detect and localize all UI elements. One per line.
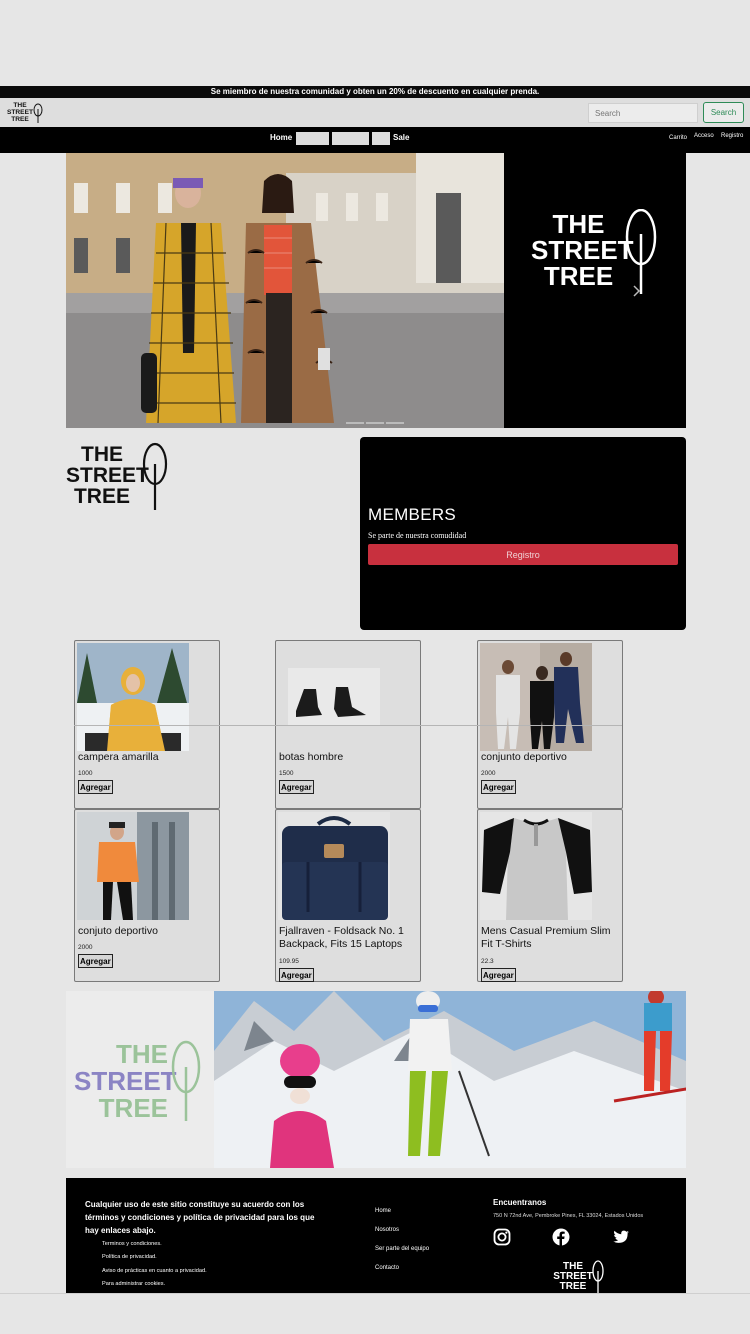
promo-banner[interactable]: THE STREET TREE [66, 991, 686, 1168]
hero-carousel[interactable]: THE STREET TREE [66, 153, 686, 428]
members-title: MEMBERS [368, 505, 457, 524]
carousel-dot[interactable] [386, 422, 404, 424]
product-name: campera amarilla [78, 751, 159, 763]
banner-logo-line-2: STREET [74, 1066, 177, 1096]
members-panel: MEMBERS Se parte de nuestra comudidad Re… [360, 437, 686, 630]
carousel-dot[interactable] [366, 422, 384, 424]
footer-link[interactable]: Política de privacidad. [102, 1251, 207, 1264]
main-nav: Home Sale Carrito Acceso Registro [0, 127, 750, 153]
nav-register[interactable]: Registro [721, 133, 743, 139]
nav-login[interactable]: Acceso [694, 133, 714, 139]
banner-image [214, 991, 686, 1168]
brand-logo-line-3: TREE [73, 485, 130, 508]
add-to-cart-button[interactable]: Agregar [279, 968, 314, 982]
header-logo[interactable]: THE STREET TREE [6, 101, 46, 124]
tree-icon [592, 1260, 604, 1293]
product-price: 1000 [78, 770, 93, 777]
footer-nav-item[interactable]: Home [375, 1202, 429, 1221]
nav-item-blank[interactable] [296, 132, 329, 145]
carousel-dot[interactable] [346, 422, 364, 424]
hero-logo-line-1: THE [552, 209, 605, 239]
add-to-cart-button[interactable]: Agregar [78, 954, 113, 968]
product-price: 1500 [279, 770, 294, 777]
product-image [77, 643, 189, 751]
product-name: botas hombre [279, 751, 344, 763]
product-image [278, 812, 390, 920]
product-card: conjuto deportivo 2000 Agregar [74, 809, 220, 982]
carousel-indicators[interactable] [346, 411, 406, 428]
product-card: Mens Casual Premium Slim Fit T-Shirts 22… [477, 809, 623, 982]
footer-link[interactable]: Terminos y condiciones. [102, 1238, 207, 1251]
product-name: Fjallraven - Foldsack No. 1 Backpack, Fi… [279, 925, 404, 950]
footer-nav-item[interactable]: Contacto [375, 1259, 429, 1278]
footer-nav: Home Nosotros Ser parte del equipo Conta… [375, 1202, 429, 1278]
tree-icon [171, 1040, 201, 1121]
facebook-icon[interactable] [552, 1228, 570, 1246]
hero-logo-line-3: TREE [543, 261, 614, 291]
product-price: 109.95 [279, 958, 299, 965]
product-image [480, 812, 592, 920]
promo-bar: Se miembro de nuestra comunidad y obten … [0, 86, 750, 98]
nav-sale[interactable]: Sale [393, 133, 409, 142]
footer-link[interactable]: Aviso de prácticas en cuanto a privacida… [102, 1265, 207, 1278]
instagram-icon[interactable] [493, 1228, 511, 1246]
footer-nav-item[interactable]: Nosotros [375, 1221, 429, 1240]
nav-item-blank[interactable] [372, 132, 390, 145]
footer-terms: Cualquier uso de este sitio constituye s… [85, 1200, 315, 1235]
nav-item-blank[interactable] [332, 132, 369, 145]
register-button[interactable]: Registro [368, 544, 678, 565]
add-to-cart-button[interactable]: Agregar [481, 968, 516, 982]
product-image [278, 643, 390, 751]
product-price: 2000 [78, 944, 93, 951]
footer: Cualquier uso de este sitio constituye s… [66, 1178, 686, 1293]
product-name: conjuto deportivo [78, 925, 158, 937]
product-image [480, 643, 592, 751]
nav-cart[interactable]: Carrito [669, 135, 687, 141]
tree-icon [142, 442, 168, 510]
footer-address: 750 N 72nd Ave, Pembroke Pines, FL 33024… [493, 1213, 644, 1219]
product-price: 22.3 [481, 958, 494, 965]
search-input[interactable] [588, 103, 698, 123]
search-button[interactable]: Search [703, 102, 744, 123]
brand-logo-line-1: THE [81, 443, 123, 466]
add-to-cart-button[interactable]: Agregar [78, 780, 113, 794]
banner-logo-line-3: TREE [98, 1093, 168, 1123]
brand-logo-line-2: STREET [66, 464, 149, 487]
logo-line-3: TREE [11, 115, 29, 123]
product-price: 2000 [481, 770, 496, 777]
page: Se miembro de nuestra comunidad y obten … [0, 0, 750, 1334]
product-name: Mens Casual Premium Slim Fit T-Shirts [481, 925, 611, 950]
tree-icon [625, 209, 657, 294]
hero-image [66, 153, 504, 428]
divider [0, 1293, 750, 1294]
chevron-right-icon[interactable] [633, 285, 641, 297]
members-subtitle: Se parte de nuestra comudidad [368, 531, 467, 540]
product-card: Fjallraven - Foldsack No. 1 Backpack, Fi… [275, 809, 421, 982]
footer-nav-item[interactable]: Ser parte del equipo [375, 1240, 429, 1259]
nav-home[interactable]: Home [270, 133, 292, 142]
footer-legal-links: Terminos y condiciones. Política de priv… [102, 1238, 207, 1291]
footer-logo-line-3: TREE [559, 1281, 587, 1292]
hero-logo-line-2: STREET [531, 235, 634, 265]
product-image [77, 812, 189, 920]
tree-icon [33, 103, 43, 123]
footer-link[interactable]: Para administrar cookies. [102, 1278, 207, 1291]
product-name: conjunto deportivo [481, 751, 567, 763]
twitter-icon[interactable] [612, 1228, 630, 1246]
banner-logo-line-1: THE [116, 1039, 168, 1069]
divider [74, 725, 622, 726]
add-to-cart-button[interactable]: Agregar [481, 780, 516, 794]
footer-find-title: Encuentranos [493, 1198, 547, 1207]
add-to-cart-button[interactable]: Agregar [279, 780, 314, 794]
